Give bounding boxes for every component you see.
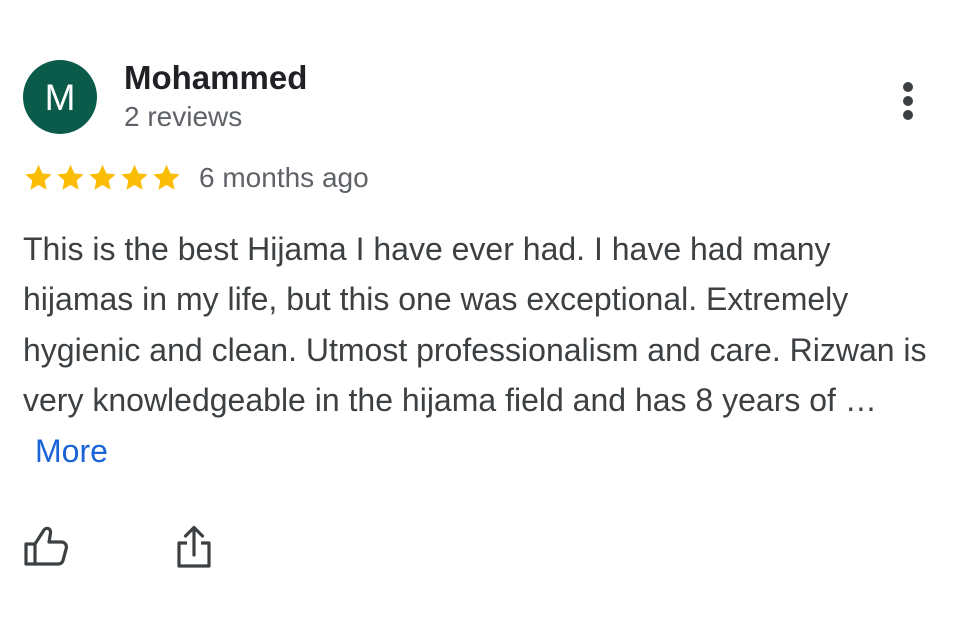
review-text: This is the best Hijama I have ever had.… <box>23 224 938 476</box>
star-icon <box>57 164 84 190</box>
rating-row: 6 months ago <box>23 160 369 196</box>
share-icon <box>177 525 211 568</box>
like-button[interactable] <box>20 520 72 572</box>
more-link[interactable]: More <box>35 433 108 469</box>
avatar-initial: M <box>44 76 76 118</box>
star-rating <box>23 163 182 193</box>
review-card: M Mohammed 2 reviews 6 months ago This i… <box>0 0 960 629</box>
reviewer-name[interactable]: Mohammed <box>124 58 307 98</box>
review-time: 6 months ago <box>199 162 369 193</box>
share-button[interactable] <box>168 520 220 572</box>
star-icon <box>121 164 148 190</box>
more-options-button[interactable] <box>886 76 930 126</box>
thumb-up-icon <box>24 526 68 566</box>
star-icon <box>153 164 180 190</box>
review-body: This is the best Hijama I have ever had.… <box>23 231 927 419</box>
star-icon <box>25 164 52 190</box>
avatar[interactable]: M <box>23 60 97 134</box>
more-vert-icon <box>903 82 913 120</box>
reviewer-review-count[interactable]: 2 reviews <box>124 100 242 134</box>
star-icon <box>89 164 116 190</box>
